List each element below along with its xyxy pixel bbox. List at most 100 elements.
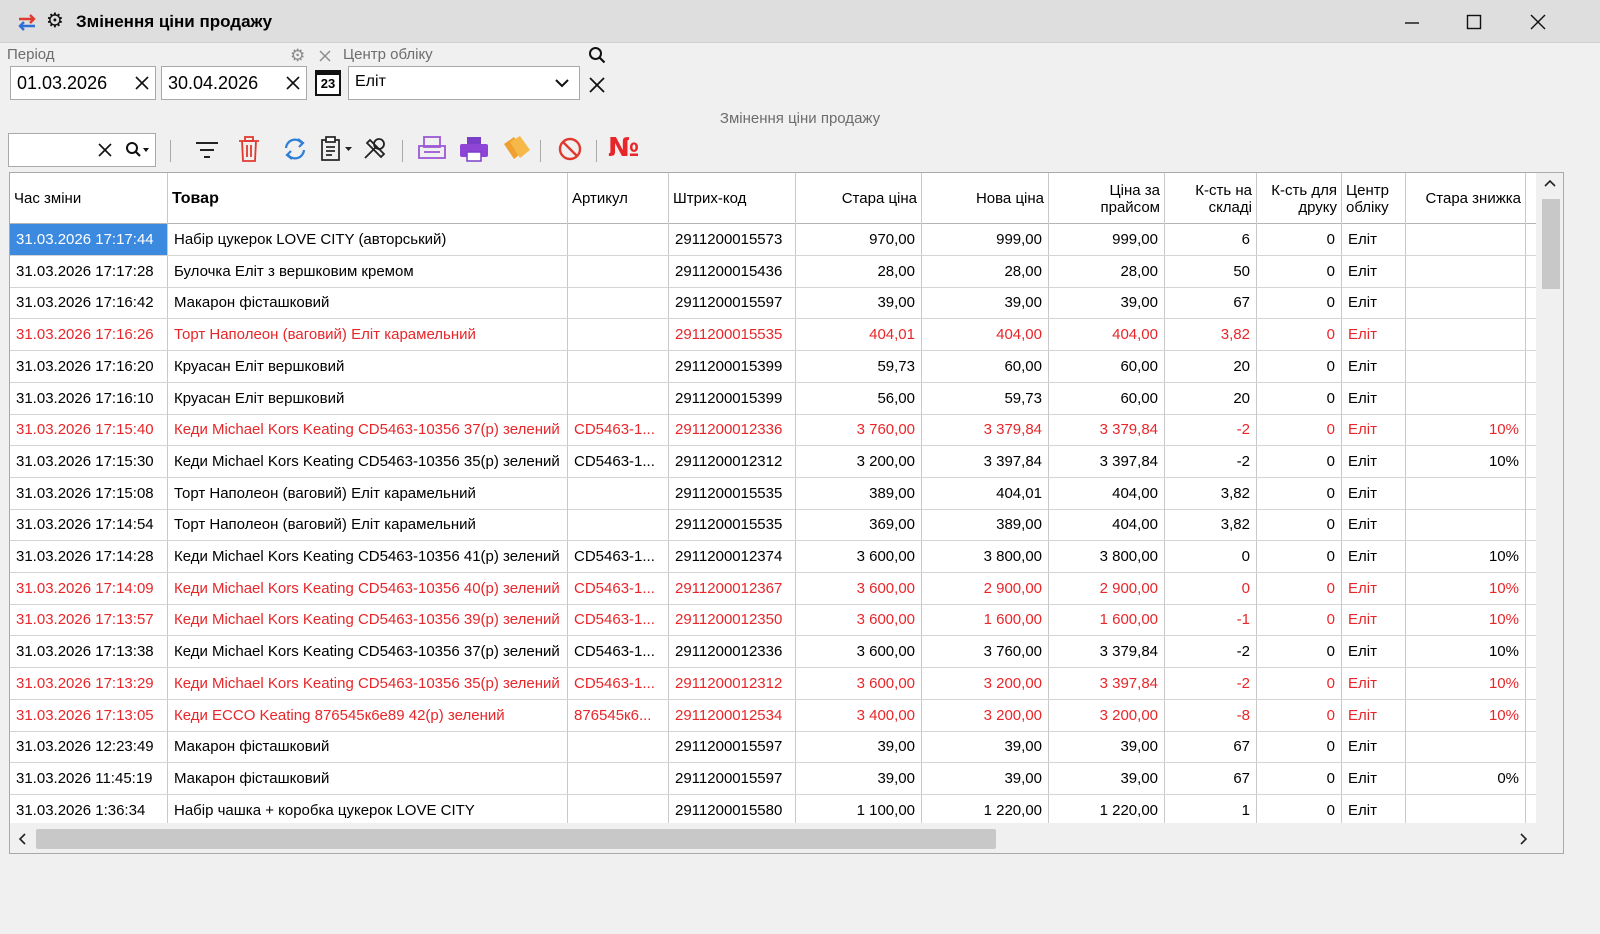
clear-date-to-icon[interactable] — [284, 74, 302, 92]
cell-disc[interactable]: 10% — [1406, 445, 1526, 477]
cell-list[interactable]: 404,00 — [1049, 509, 1165, 541]
cell-time[interactable]: 31.03.2026 17:13:57 — [10, 604, 168, 636]
cell-barcode[interactable]: 2911200015573 — [669, 224, 796, 255]
cell-old[interactable]: 3 600,00 — [796, 572, 922, 604]
col-center[interactable]: Центр обліку — [1342, 173, 1406, 224]
cell-barcode[interactable]: 2911200015436 — [669, 255, 796, 287]
cell-list[interactable]: 3 379,84 — [1049, 414, 1165, 446]
search-icon[interactable] — [588, 46, 606, 64]
cell-list[interactable]: 3 379,84 — [1049, 636, 1165, 668]
cell-stock[interactable]: -2 — [1165, 667, 1257, 699]
search-dropdown-icon[interactable] — [125, 141, 151, 159]
cell-disc[interactable]: 10% — [1406, 667, 1526, 699]
cell-old[interactable]: 3 200,00 — [796, 445, 922, 477]
cell-article[interactable]: CD5463-1... — [568, 445, 669, 477]
cell-list[interactable]: 999,00 — [1049, 224, 1165, 255]
cell-center[interactable]: Еліт — [1342, 572, 1406, 604]
numbering-icon[interactable]: № — [608, 133, 639, 163]
cell-center[interactable]: Еліт — [1342, 255, 1406, 287]
cell-new[interactable]: 999,00 — [922, 224, 1049, 255]
cell-old[interactable]: 39,00 — [796, 731, 922, 763]
cell-product[interactable]: Кеди ECCO Keating 876545к6е89 42(р) зеле… — [168, 699, 568, 731]
table-row[interactable]: 31.03.2026 1:36:34 Набір чашка + коробка … — [10, 794, 1556, 827]
cell-time[interactable]: 31.03.2026 17:17:28 — [10, 255, 168, 287]
cell-time[interactable]: 31.03.2026 17:16:42 — [10, 287, 168, 319]
horizontal-scrollbar[interactable] — [10, 823, 1563, 853]
cell-old[interactable]: 3 600,00 — [796, 604, 922, 636]
cell-center[interactable]: Еліт — [1342, 699, 1406, 731]
table-row[interactable]: 31.03.2026 17:14:54 Торт Наполеон (вагови… — [10, 509, 1556, 542]
cell-list[interactable]: 3 397,84 — [1049, 667, 1165, 699]
cell-print[interactable]: 0 — [1257, 731, 1342, 763]
close-button[interactable] — [1510, 4, 1566, 40]
cell-product[interactable]: Торт Наполеон (ваговий) Еліт карамельний — [168, 477, 568, 509]
cell-print[interactable]: 0 — [1257, 255, 1342, 287]
cell-print[interactable]: 0 — [1257, 382, 1342, 414]
cell-center[interactable]: Еліт — [1342, 414, 1406, 446]
cell-disc[interactable] — [1406, 731, 1526, 763]
cell-disc[interactable]: 10% — [1406, 541, 1526, 572]
cell-print[interactable]: 0 — [1257, 287, 1342, 319]
cell-stock[interactable]: 0 — [1165, 572, 1257, 604]
maximize-button[interactable] — [1446, 4, 1502, 40]
cell-barcode[interactable]: 2911200012336 — [669, 636, 796, 668]
clipboard-menu-icon[interactable] — [320, 136, 354, 162]
cell-article[interactable] — [568, 731, 669, 763]
cell-stock[interactable]: 20 — [1165, 350, 1257, 382]
cell-new[interactable]: 1 600,00 — [922, 604, 1049, 636]
cell-product[interactable]: Кеди Michael Kors Keating CD5463-10356 3… — [168, 667, 568, 699]
cell-time[interactable]: 31.03.2026 17:14:28 — [10, 541, 168, 572]
cell-time[interactable]: 31.03.2026 17:13:05 — [10, 699, 168, 731]
cell-barcode[interactable]: 2911200015399 — [669, 382, 796, 414]
cell-barcode[interactable]: 2911200012336 — [669, 414, 796, 446]
cell-print[interactable]: 0 — [1257, 604, 1342, 636]
date-from-input[interactable]: 01.03.2026 — [10, 66, 156, 100]
cell-print[interactable]: 0 — [1257, 477, 1342, 509]
col-stock[interactable]: К-сть на складі — [1165, 173, 1257, 224]
cell-stock[interactable]: 1 — [1165, 794, 1257, 826]
cell-center[interactable]: Еліт — [1342, 319, 1406, 351]
cell-list[interactable]: 3 800,00 — [1049, 541, 1165, 572]
cell-product[interactable]: Булочка Еліт з вершковим кремом — [168, 255, 568, 287]
cell-article[interactable]: CD5463-1... — [568, 667, 669, 699]
cell-barcode[interactable]: 2911200015535 — [669, 509, 796, 541]
col-time[interactable]: Час зміни — [10, 173, 168, 224]
cell-list[interactable]: 39,00 — [1049, 287, 1165, 319]
cell-product[interactable]: Кеди Michael Kors Keating CD5463-10356 4… — [168, 572, 568, 604]
date-to-input[interactable]: 30.04.2026 — [161, 66, 307, 100]
cell-article[interactable] — [568, 762, 669, 794]
cell-old[interactable]: 389,00 — [796, 477, 922, 509]
col-article[interactable]: Артикул — [568, 173, 669, 224]
cell-barcode[interactable]: 2911200015597 — [669, 762, 796, 794]
cell-list[interactable]: 1 600,00 — [1049, 604, 1165, 636]
table-row[interactable]: 31.03.2026 12:23:49 Макарон фісташковий 29… — [10, 731, 1556, 764]
cell-new[interactable]: 1 220,00 — [922, 794, 1049, 826]
cell-center[interactable]: Еліт — [1342, 477, 1406, 509]
scroll-up-icon[interactable] — [1544, 179, 1556, 187]
cell-stock[interactable]: -2 — [1165, 445, 1257, 477]
table-row[interactable]: 31.03.2026 17:15:08 Торт Наполеон (вагови… — [10, 477, 1556, 510]
cell-time[interactable]: 31.03.2026 17:16:10 — [10, 382, 168, 414]
table-row[interactable]: 31.03.2026 17:16:26 Торт Наполеон (вагови… — [10, 319, 1556, 352]
cell-stock[interactable]: 0 — [1165, 541, 1257, 572]
cell-article[interactable] — [568, 509, 669, 541]
cell-stock[interactable]: 3,82 — [1165, 509, 1257, 541]
cell-article[interactable]: CD5463-1... — [568, 604, 669, 636]
cell-barcode[interactable]: 2911200015580 — [669, 794, 796, 826]
cell-disc[interactable] — [1406, 382, 1526, 414]
cell-old[interactable]: 404,01 — [796, 319, 922, 351]
horizontal-scroll-thumb[interactable] — [36, 829, 996, 849]
cell-center[interactable]: Еліт — [1342, 794, 1406, 826]
cell-time[interactable]: 31.03.2026 11:45:19 — [10, 762, 168, 794]
cell-time[interactable]: 31.03.2026 1:36:34 — [10, 794, 168, 826]
cell-time[interactable]: 31.03.2026 17:13:38 — [10, 636, 168, 668]
cell-barcode[interactable]: 2911200015535 — [669, 319, 796, 351]
cell-barcode[interactable]: 2911200012374 — [669, 541, 796, 572]
cell-new[interactable]: 3 800,00 — [922, 541, 1049, 572]
table-row[interactable]: 31.03.2026 11:45:19 Макарон фісташковий 29… — [10, 762, 1556, 795]
cell-article[interactable] — [568, 287, 669, 319]
cell-old[interactable]: 970,00 — [796, 224, 922, 255]
tools-icon[interactable] — [362, 136, 388, 162]
clear-center-icon[interactable] — [589, 77, 605, 93]
cell-old[interactable]: 3 600,00 — [796, 541, 922, 572]
